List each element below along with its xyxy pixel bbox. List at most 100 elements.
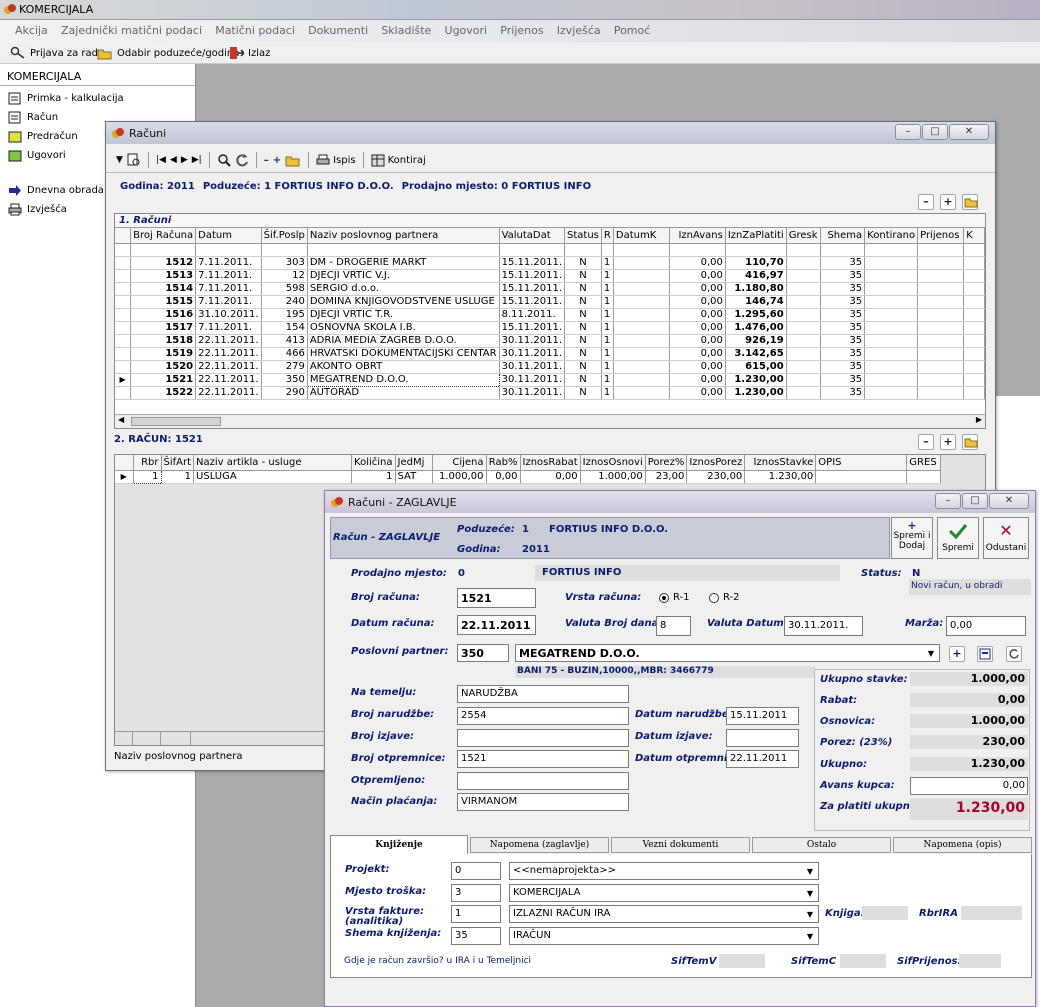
col-header[interactable]: ValutaDat [499,228,566,244]
cell[interactable]: 7.11.2011. [195,282,262,296]
cell[interactable]: 3.142,65 [725,347,787,361]
cell[interactable]: 15.11.2011. [499,282,566,296]
cell[interactable] [613,295,670,309]
cell[interactable] [963,360,985,374]
cell[interactable]: 926,19 [725,334,787,348]
cell[interactable] [864,282,919,296]
cell[interactable] [613,282,670,296]
menu-dokumenti[interactable]: Dokumenti [303,20,373,37]
grid1-add-button[interactable]: + [940,194,956,210]
cell[interactable]: 30.11.2011. [499,360,566,374]
datum-otpremnice-input[interactable]: 22.11.2011 [726,750,799,768]
projekt-select[interactable]: <<nemaprojekta>> ▼ [509,862,819,880]
print-button[interactable]: Ispis [316,154,356,167]
cell[interactable]: 240 [261,295,308,309]
maximize-button[interactable]: □ [922,124,948,140]
menu-akcija[interactable]: Akcija [10,20,53,37]
cell[interactable]: 110,70 [725,256,787,270]
cell[interactable]: 1516 [130,308,197,322]
col-header[interactable]: Broj Računa [130,228,197,244]
row-selector[interactable] [115,334,132,348]
tab-napomena-opis[interactable]: Napomena (opis) [893,837,1032,853]
cell[interactable]: 0,00 [486,470,521,484]
tab-vezni-dokumenti[interactable]: Vezni dokumenti [611,837,750,853]
cell[interactable]: 22.11.2011. [195,386,262,400]
cell[interactable] [864,347,919,361]
next-record-icon[interactable]: ▶ [181,155,188,165]
cell[interactable]: N [564,334,602,348]
cell[interactable] [864,256,919,270]
cell[interactable] [864,334,919,348]
cell[interactable] [864,269,919,283]
cell[interactable]: 7.11.2011. [195,321,262,335]
col-header[interactable]: Šif.Poslp [261,228,308,244]
folder-open-icon[interactable] [285,154,301,167]
cell[interactable]: 7.11.2011. [195,256,262,270]
col-header[interactable]: R [601,228,614,244]
menu-izvjesca[interactable]: Izvješća [552,20,606,37]
cell[interactable] [613,373,670,387]
cell[interactable]: 230,00 [686,470,746,484]
col-header[interactable]: IznosRabat [520,455,581,471]
cell[interactable]: 416,97 [725,269,787,283]
cell[interactable]: 35 [820,360,866,374]
cell[interactable]: 0,00 [669,295,726,309]
cell[interactable]: 0,00 [669,308,726,322]
cell[interactable] [786,308,821,322]
cell[interactable]: N [564,347,602,361]
row-selector[interactable] [115,295,132,309]
cell[interactable]: 615,00 [725,360,787,374]
cell[interactable] [864,386,919,400]
cell[interactable]: 1.230,00 [744,470,817,484]
cell[interactable]: N [564,308,602,322]
cell[interactable]: N [564,321,602,335]
broj-narudzbe-input[interactable]: 2554 [457,707,629,725]
cell[interactable] [917,269,965,283]
mjesto-troska-id-input[interactable]: 3 [451,884,501,902]
nacin-placanja-input[interactable]: VIRMANOM [457,793,629,811]
cell[interactable]: 0,00 [669,386,726,400]
cell[interactable] [613,334,670,348]
cell[interactable]: 1520 [130,360,197,374]
mjesto-troska-select[interactable]: KOMERCIJALA ▼ [509,884,819,902]
col-header[interactable]: Cijena [432,455,487,471]
cell[interactable]: AUTORAD [307,386,500,400]
cell[interactable]: OSNOVNA ŠKOLA I.B. [307,321,500,335]
cell[interactable]: 35 [820,295,866,309]
table-row[interactable]: ▶ 1521 22.11.2011. 350 MEGATREND D.O.O. 30.11… [115,372,985,387]
cell[interactable] [815,470,908,484]
cell[interactable]: 1 [601,308,614,322]
avans-input[interactable]: 0,00 [910,777,1028,795]
cell[interactable]: 0,00 [669,373,726,387]
broj-izjave-input[interactable] [457,729,629,747]
cell[interactable]: 0,00 [520,470,581,484]
row-selector[interactable] [115,269,132,283]
table-row[interactable]: ▶ 1 1 USLUGA 1 SAT 1.000,00 0,00 0,00 1.… [115,469,942,484]
cell[interactable]: 22.11.2011. [195,373,262,387]
cell[interactable]: 1.230,00 [725,386,787,400]
cell[interactable] [917,321,965,335]
menu-maticni[interactable]: Matični podaci [210,20,300,37]
cell[interactable] [917,386,965,400]
cell[interactable]: 290 [261,386,308,400]
col-header[interactable]: Shema [820,228,866,244]
cell[interactable]: N [564,386,602,400]
minimize-button[interactable]: – [935,493,961,509]
cell[interactable]: 1515 [130,295,197,309]
cell[interactable]: SERGIO d.o.o. [307,282,500,296]
col-header[interactable]: Naziv artikla - usluge [193,455,353,471]
tab-napomena-zaglavlje[interactable]: Napomena (zaglavlje) [470,837,609,853]
col-header[interactable]: Porez% [645,455,688,471]
table-row[interactable]: 1515 7.11.2011. 240 DOMINA KNJIGOVODSTVENE … [115,295,985,309]
cell[interactable] [786,334,821,348]
cell[interactable]: 7.11.2011. [195,295,262,309]
cell[interactable] [613,347,670,361]
table-row[interactable]: 1513 7.11.2011. 12 DJEČJI VRTIĆ V.J. 15.11.2… [115,269,985,283]
cell[interactable]: 22.11.2011. [195,347,262,361]
cell[interactable]: 1 [601,269,614,283]
projekt-id-input[interactable]: 0 [451,862,501,880]
cell[interactable] [786,269,821,283]
menu-prijenos[interactable]: Prijenos [495,20,548,37]
row-selector[interactable] [115,282,132,296]
cell[interactable] [963,334,985,348]
